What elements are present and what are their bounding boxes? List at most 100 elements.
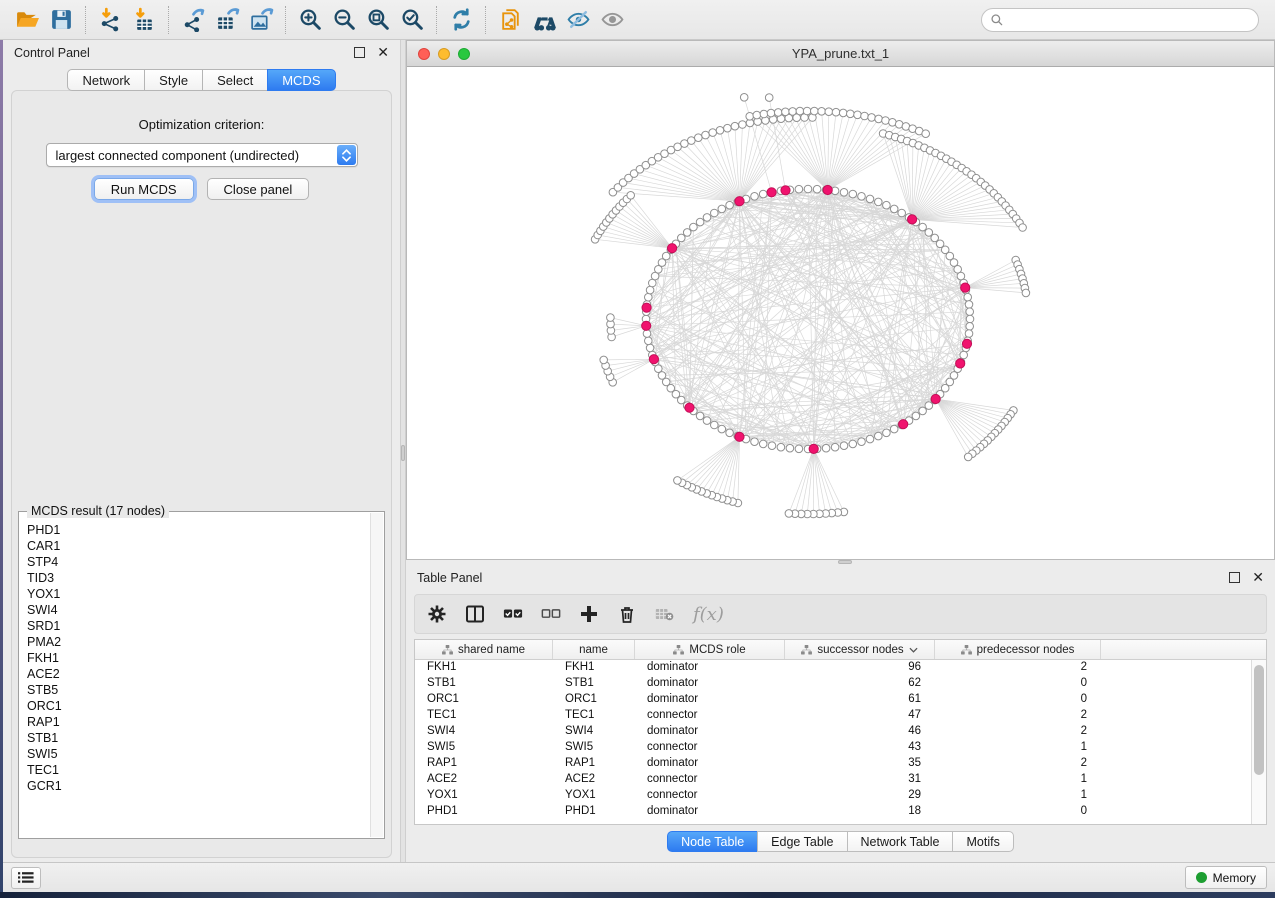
- float-panel-icon[interactable]: [354, 47, 365, 58]
- table-cell-name[interactable]: SWI5: [553, 740, 635, 756]
- task-history-icon[interactable]: [11, 867, 41, 889]
- result-node-item[interactable]: STB1: [27, 730, 370, 746]
- tab-node-table[interactable]: Node Table: [667, 831, 757, 852]
- table-cell-mcds_role[interactable]: connector: [635, 788, 785, 804]
- table-cell-mcds_role[interactable]: dominator: [635, 660, 785, 676]
- close-panel-icon[interactable]: ✕: [1252, 572, 1264, 583]
- table-cell-mcds_role[interactable]: connector: [635, 708, 785, 724]
- splitter-grip[interactable]: [401, 445, 405, 461]
- scrollbar-thumb[interactable]: [1254, 665, 1264, 775]
- table-cell-successor[interactable]: 31: [785, 772, 935, 788]
- table-cell-shared_name[interactable]: RAP1: [415, 756, 553, 772]
- table-cell-shared_name[interactable]: PHD1: [415, 804, 553, 820]
- open-folder-icon[interactable]: [10, 4, 44, 36]
- result-node-item[interactable]: PMA2: [27, 634, 370, 650]
- show-details-icon[interactable]: [595, 4, 629, 36]
- table-cell-mcds_role[interactable]: connector: [635, 740, 785, 756]
- table-cell-predecessor[interactable]: 2: [935, 724, 1101, 740]
- table-cell-successor[interactable]: 96: [785, 660, 935, 676]
- table-cell-predecessor[interactable]: 0: [935, 676, 1101, 692]
- table-cell-successor[interactable]: 61: [785, 692, 935, 708]
- refresh-layout-icon[interactable]: [444, 4, 478, 36]
- table-cell-predecessor[interactable]: 0: [935, 692, 1101, 708]
- table-cell-predecessor[interactable]: 2: [935, 660, 1101, 676]
- zoom-in-icon[interactable]: [293, 4, 327, 36]
- table-cell-predecessor[interactable]: 1: [935, 740, 1101, 756]
- zoom-fit-icon[interactable]: [361, 4, 395, 36]
- table-cell-name[interactable]: STB1: [553, 676, 635, 692]
- table-cell-successor[interactable]: 46: [785, 724, 935, 740]
- table-cell-successor[interactable]: 47: [785, 708, 935, 724]
- search-field[interactable]: [981, 8, 1259, 32]
- float-panel-icon[interactable]: [1229, 572, 1240, 583]
- delete-column-icon[interactable]: [617, 604, 637, 624]
- gear-icon[interactable]: [427, 604, 447, 624]
- result-node-item[interactable]: RAP1: [27, 714, 370, 730]
- table-row[interactable]: TEC1TEC1connector472: [415, 708, 1251, 724]
- table-cell-name[interactable]: ORC1: [553, 692, 635, 708]
- export-table-icon[interactable]: [210, 4, 244, 36]
- table-row[interactable]: FKH1FKH1dominator962: [415, 660, 1251, 676]
- result-node-item[interactable]: SWI5: [27, 746, 370, 762]
- table-cell-shared_name[interactable]: YOX1: [415, 788, 553, 804]
- table-cell-name[interactable]: TEC1: [553, 708, 635, 724]
- result-node-item[interactable]: SWI4: [27, 602, 370, 618]
- table-cell-predecessor[interactable]: 2: [935, 756, 1101, 772]
- network-window-titlebar[interactable]: YPA_prune.txt_1: [407, 41, 1274, 67]
- table-row[interactable]: RAP1RAP1dominator352: [415, 756, 1251, 772]
- result-node-item[interactable]: ACE2: [27, 666, 370, 682]
- result-node-item[interactable]: YOX1: [27, 586, 370, 602]
- tab-edge-table[interactable]: Edge Table: [757, 831, 846, 852]
- table-cell-shared_name[interactable]: SWI5: [415, 740, 553, 756]
- table-cell-name[interactable]: FKH1: [553, 660, 635, 676]
- table-cell-shared_name[interactable]: FKH1: [415, 660, 553, 676]
- save-icon[interactable]: [44, 4, 78, 36]
- table-cell-mcds_role[interactable]: connector: [635, 772, 785, 788]
- select-all-icon[interactable]: [503, 604, 523, 624]
- criterion-dropdown[interactable]: largest connected component (undirected): [46, 143, 358, 167]
- result-node-item[interactable]: GCR1: [27, 778, 370, 794]
- table-row[interactable]: YOX1YOX1connector291: [415, 788, 1251, 804]
- import-table-icon[interactable]: [127, 4, 161, 36]
- close-panel-button[interactable]: Close panel: [207, 178, 310, 200]
- hide-details-icon[interactable]: [561, 4, 595, 36]
- tab-mcds[interactable]: MCDS: [267, 69, 335, 91]
- table-cell-predecessor[interactable]: 1: [935, 788, 1101, 804]
- tab-motifs[interactable]: Motifs: [952, 831, 1013, 852]
- table-row[interactable]: ORC1ORC1dominator610: [415, 692, 1251, 708]
- table-cell-name[interactable]: SWI4: [553, 724, 635, 740]
- search-input[interactable]: [1009, 13, 1250, 27]
- table-cell-successor[interactable]: 43: [785, 740, 935, 756]
- table-cell-mcds_role[interactable]: dominator: [635, 692, 785, 708]
- deselect-all-icon[interactable]: [541, 604, 561, 624]
- function-builder-icon[interactable]: f(x): [693, 604, 724, 625]
- table-cell-mcds_role[interactable]: dominator: [635, 756, 785, 772]
- table-cell-mcds_role[interactable]: dominator: [635, 724, 785, 740]
- search-network-icon[interactable]: [527, 4, 561, 36]
- table-cell-shared_name[interactable]: STB1: [415, 676, 553, 692]
- window-minimize-icon[interactable]: [438, 48, 450, 60]
- result-node-item[interactable]: TID3: [27, 570, 370, 586]
- table-cell-mcds_role[interactable]: dominator: [635, 676, 785, 692]
- memory-button[interactable]: Memory: [1185, 866, 1267, 889]
- column-header-MCDS-role[interactable]: MCDS role: [635, 640, 785, 659]
- network-canvas[interactable]: [407, 67, 1274, 559]
- export-image-icon[interactable]: [244, 4, 278, 36]
- close-panel-icon[interactable]: ✕: [377, 47, 389, 58]
- result-node-item[interactable]: STB5: [27, 682, 370, 698]
- window-zoom-icon[interactable]: [458, 48, 470, 60]
- table-cell-successor[interactable]: 18: [785, 804, 935, 820]
- table-cell-predecessor[interactable]: 0: [935, 804, 1101, 820]
- result-node-item[interactable]: STP4: [27, 554, 370, 570]
- table-cell-name[interactable]: RAP1: [553, 756, 635, 772]
- table-cell-shared_name[interactable]: ACE2: [415, 772, 553, 788]
- result-node-item[interactable]: CAR1: [27, 538, 370, 554]
- tab-style[interactable]: Style: [144, 69, 202, 91]
- tab-network[interactable]: Network: [67, 69, 144, 91]
- table-cell-predecessor[interactable]: 2: [935, 708, 1101, 724]
- network-graph[interactable]: [407, 67, 1274, 559]
- table-row[interactable]: STB1STB1dominator620: [415, 676, 1251, 692]
- run-mcds-button[interactable]: Run MCDS: [94, 178, 194, 200]
- zoom-out-icon[interactable]: [327, 4, 361, 36]
- table-cell-successor[interactable]: 62: [785, 676, 935, 692]
